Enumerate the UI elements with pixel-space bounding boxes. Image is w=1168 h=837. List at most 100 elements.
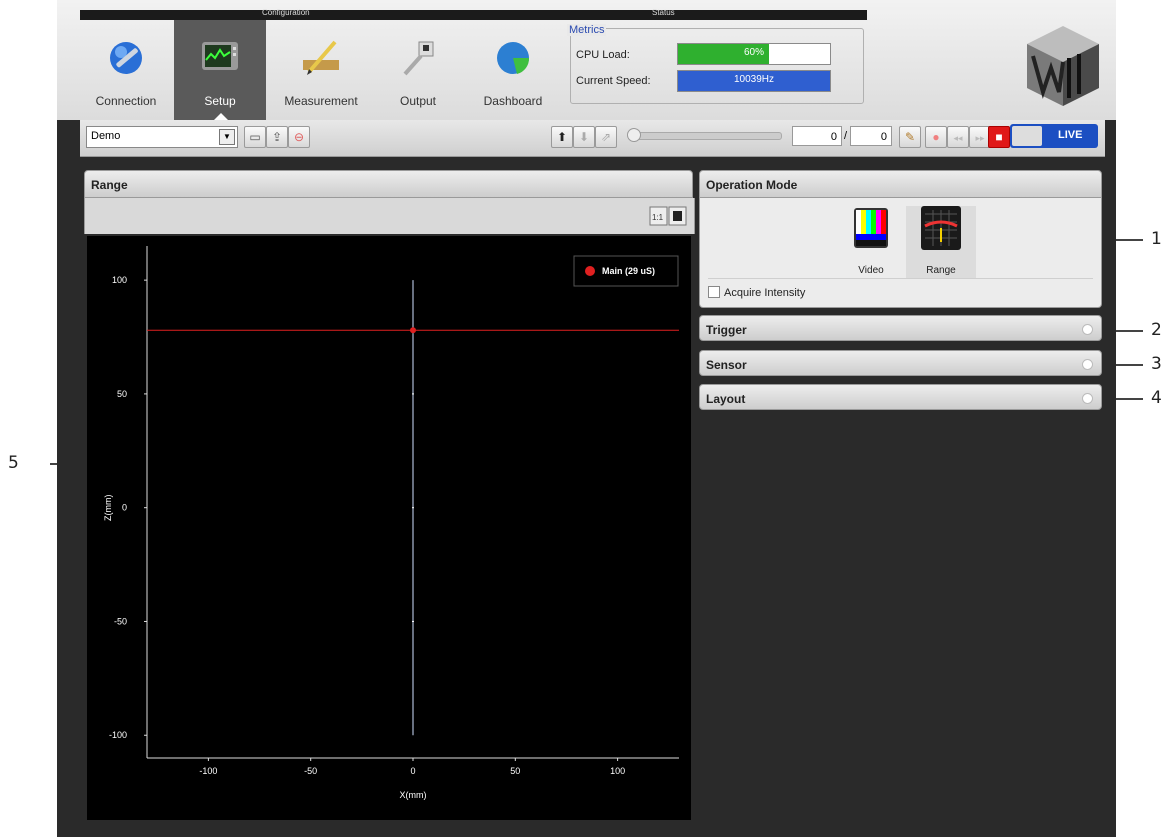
expand-icon	[1082, 359, 1093, 370]
range-panel-header[interactable]: Range	[84, 170, 693, 198]
application-window: Configuration Status Connection Setup Me…	[57, 0, 1116, 837]
range-panel-toolbar	[84, 198, 695, 234]
ruler-pencil-icon	[303, 40, 339, 75]
y-axis-label: Z(mm)	[103, 494, 113, 521]
tab-setup[interactable]: Setup	[174, 20, 266, 120]
profile-select[interactable]: Demo ▼	[86, 126, 238, 148]
tab-setup-label: Setup	[204, 94, 236, 108]
tool-button[interactable]: ✎	[899, 126, 921, 148]
callout-3: 3	[1151, 354, 1162, 374]
brand-logo-icon	[1027, 26, 1099, 106]
tab-measurement[interactable]: Measurement	[267, 20, 375, 120]
zoom-fit-button[interactable]: 1:1	[649, 206, 687, 226]
operation-mode-title: Operation Mode	[706, 178, 798, 192]
metrics-title: Metrics	[567, 24, 607, 36]
frame-slider-track[interactable]	[634, 132, 782, 140]
x-axis-label: X(mm)	[400, 790, 427, 800]
legend-label: Main (29 uS)	[602, 266, 655, 276]
callout-5: 5	[8, 453, 19, 473]
section-trigger[interactable]: Trigger	[699, 315, 1102, 341]
arrow-up-icon: ⬆	[556, 130, 568, 144]
acquire-intensity-row[interactable]: Acquire Intensity	[708, 286, 805, 299]
live-toggle-switch	[1012, 126, 1042, 146]
top-navigation: Configuration Status Connection Setup Me…	[57, 0, 1116, 120]
acquire-intensity-checkbox[interactable]	[708, 286, 720, 298]
stop-icon: ■	[995, 130, 1003, 144]
callout-1: 1	[1151, 229, 1162, 249]
delete-button[interactable]: ⊖	[288, 126, 310, 148]
frame-current-field[interactable]: 0	[792, 126, 842, 146]
frame-total-field[interactable]: 0	[850, 126, 892, 146]
frame-separator: /	[844, 130, 848, 142]
tab-dashboard-label: Dashboard	[483, 94, 543, 108]
section-sensor-label: Sensor	[706, 358, 747, 372]
tab-connection-label: Connection	[95, 94, 157, 108]
section-layout[interactable]: Layout	[699, 384, 1102, 410]
section-sensor[interactable]: Sensor	[699, 350, 1102, 376]
x-tick-label: -100	[199, 766, 217, 776]
export-icon: ⇗	[600, 130, 612, 144]
upload-button[interactable]: ⇪	[266, 126, 288, 148]
expand-icon	[1082, 324, 1093, 335]
export-button[interactable]: ⇗	[595, 126, 617, 148]
record-icon: ●	[932, 130, 940, 144]
floppy-icon: ▭	[249, 130, 261, 144]
record-button[interactable]: ●	[925, 126, 947, 148]
monitor-graph-icon	[202, 42, 238, 70]
tab-connection[interactable]: Connection	[80, 20, 172, 120]
no-entry-icon: ⊖	[293, 130, 305, 144]
mode-range-button[interactable]: Range	[906, 206, 976, 278]
step-back-button[interactable]: ◂◂	[947, 126, 969, 148]
callout-2: 2	[1151, 320, 1162, 340]
range-grid-icon	[921, 206, 961, 250]
cpu-load-value: 60%	[743, 47, 764, 58]
chevron-down-icon[interactable]: ▼	[219, 129, 235, 145]
wand-icon: ✎	[904, 130, 916, 144]
range-plot[interactable]: 100 50 0 -50 -100 -100 -50 0 50 100 X(mm) Z(mm) Mai…	[87, 236, 691, 820]
plug-cable-icon	[403, 41, 434, 76]
section-trigger-label: Trigger	[706, 323, 747, 337]
y-tick-label: 100	[112, 275, 127, 285]
upload-button-2[interactable]: ⬆	[551, 126, 573, 148]
pie-globe-icon	[497, 42, 530, 74]
save-button[interactable]: ▭	[244, 126, 266, 148]
y-tick-label: 0	[122, 503, 127, 513]
cpu-load-label: CPU Load:	[576, 49, 630, 61]
step-back-icon: ◂◂	[953, 133, 963, 143]
tab-output-label: Output	[399, 94, 437, 108]
y-tick-label: -100	[109, 730, 127, 740]
expand-icon	[1082, 393, 1093, 404]
range-chart: 100 50 0 -50 -100 -100 -50 0 50 100 X(mm) Z(mm) Mai…	[103, 246, 679, 800]
live-label: LIVE	[1058, 129, 1083, 141]
cpu-load-bar: 60%	[677, 43, 831, 65]
download-button[interactable]: ⬇	[573, 126, 595, 148]
y-tick-label: -50	[114, 616, 127, 626]
range-panel-title: Range	[91, 178, 128, 192]
frame-slider-knob[interactable]	[627, 128, 641, 142]
tab-output[interactable]: Output	[375, 20, 461, 120]
mode-video-button[interactable]: Video	[836, 206, 906, 278]
metrics-group	[570, 28, 864, 104]
mode-range-label: Range	[926, 265, 956, 276]
x-tick-label: -50	[304, 766, 317, 776]
active-tab-indicator	[214, 113, 228, 120]
upload-file-icon: ⇪	[271, 130, 283, 144]
data-point	[410, 327, 416, 334]
x-tick-label: 0	[410, 766, 415, 776]
wrench-globe-icon	[110, 42, 142, 74]
tab-measurement-label: Measurement	[284, 94, 358, 108]
y-tick-label: 50	[117, 389, 127, 399]
callout-4: 4	[1151, 388, 1162, 408]
toolbar: Demo ▼ ▭ ⇪ ⊖ ⬆ ⬇ ⇗ 0 / 0 ✎ ● ◂◂ ▸▸ ■ LIV…	[80, 120, 1105, 157]
legend-marker	[585, 266, 595, 276]
current-speed-bar: 10039Hz	[677, 70, 831, 92]
operation-mode-body: Video Range Acquire Intensity	[699, 198, 1102, 308]
group-configuration-label: Configuration	[262, 8, 310, 17]
live-toggle[interactable]: LIVE	[1010, 124, 1098, 148]
operation-mode-header[interactable]: Operation Mode	[699, 170, 1102, 198]
svg-text:1:1: 1:1	[652, 213, 664, 222]
arrow-down-icon: ⬇	[578, 130, 590, 144]
section-layout-label: Layout	[706, 392, 746, 406]
stop-button[interactable]: ■	[988, 126, 1010, 148]
tab-dashboard[interactable]: Dashboard	[469, 20, 557, 120]
